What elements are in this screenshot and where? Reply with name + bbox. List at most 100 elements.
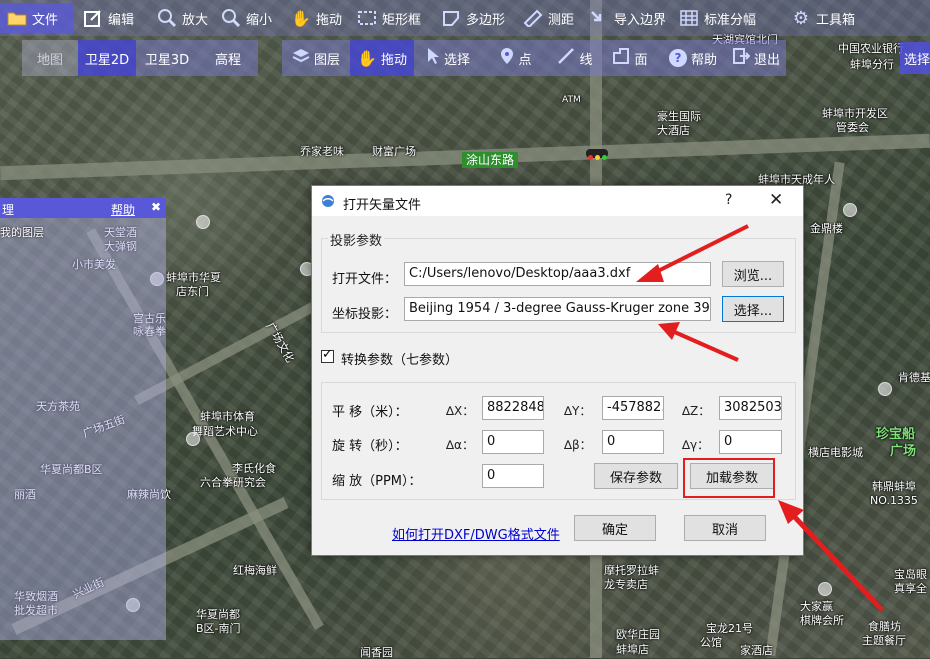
map-label: 舞蹈艺术中心 bbox=[192, 425, 258, 438]
map-label: 珍宝船 bbox=[876, 427, 916, 442]
map-label: 中国农业银行 bbox=[838, 42, 904, 55]
map-label: 金鼎楼 bbox=[810, 222, 843, 235]
point-tool-label: 点 bbox=[518, 52, 532, 68]
map-label: 宝岛眼 bbox=[894, 568, 927, 581]
toolbox-button[interactable]: ⚙ 工具箱 bbox=[790, 3, 855, 33]
transform-checkbox[interactable] bbox=[321, 347, 334, 363]
tab-map[interactable]: 地图 bbox=[22, 40, 78, 76]
import-boundary-button[interactable]: 导入边界 bbox=[588, 3, 666, 33]
file-label: 文件 bbox=[32, 12, 59, 28]
hand-icon: ✋ bbox=[291, 8, 311, 28]
pan-button[interactable]: ✋ 拖动 bbox=[290, 3, 342, 33]
map-label: 真享全 bbox=[894, 582, 927, 595]
highlight-box bbox=[683, 458, 775, 498]
map-label: 欧华庄园 bbox=[616, 628, 660, 641]
poi-marker[interactable] bbox=[186, 432, 200, 446]
translation-label: 平 移（米）： bbox=[332, 405, 408, 420]
close-icon[interactable]: ✖ bbox=[151, 200, 161, 214]
edit-button[interactable]: 编辑 bbox=[82, 3, 134, 33]
standard-grid-button[interactable]: 标准分幅 bbox=[678, 3, 756, 33]
standard-grid-label: 标准分幅 bbox=[704, 12, 757, 28]
hand-icon: ✋ bbox=[357, 48, 377, 68]
dx-input[interactable]: 8822848 bbox=[482, 396, 544, 420]
scale-input[interactable]: 0 bbox=[482, 464, 544, 488]
open-file-label: 打开文件： bbox=[332, 272, 398, 287]
map-label: 肯德基 bbox=[898, 371, 930, 384]
rectangle-label: 矩形框 bbox=[382, 12, 422, 28]
map-label: 大酒店 bbox=[657, 124, 690, 137]
dz-input[interactable]: 3082503 bbox=[719, 396, 782, 420]
select-projection-button[interactable]: 选择... bbox=[722, 296, 784, 322]
polygon-icon bbox=[440, 7, 462, 29]
zoom-out-button[interactable]: 缩小 bbox=[220, 3, 272, 33]
import-boundary-label: 导入边界 bbox=[614, 12, 667, 28]
select-side-tab[interactable]: 选择 bbox=[900, 42, 930, 74]
map-label: 公馆 bbox=[700, 636, 722, 649]
area-tool-button[interactable]: 面 bbox=[600, 40, 660, 76]
pan-tool-button[interactable]: ✋ 拖动 bbox=[350, 40, 414, 76]
gamma-input[interactable]: 0 bbox=[719, 430, 782, 454]
map-label: 龙专卖店 bbox=[604, 578, 648, 591]
main-toolbar: 文件 编辑 放大 缩小 ✋ 拖动 矩形框 多边形 测距 导入边界 标准分幅 ⚙ … bbox=[0, 0, 930, 36]
layers-button[interactable]: 图层 bbox=[282, 40, 350, 76]
polygon-button[interactable]: 多边形 bbox=[440, 3, 505, 33]
zoom-in-label: 放大 bbox=[182, 12, 209, 28]
map-label: NO.1335 bbox=[870, 494, 918, 507]
zoom-in-button[interactable]: 放大 bbox=[156, 3, 208, 33]
scale-label: 缩 放（PPM）： bbox=[332, 474, 422, 489]
tab-elevation[interactable]: 高程 bbox=[198, 40, 258, 76]
help-button[interactable]: ? 帮助 bbox=[660, 40, 726, 76]
help-label: 帮助 bbox=[690, 52, 717, 68]
file-path-input[interactable]: C:/Users/lenovo/Desktop/aaa3.dxf bbox=[404, 262, 711, 286]
select-tool-button[interactable]: 选择 bbox=[414, 40, 482, 76]
map-label: 大家赢 bbox=[800, 600, 833, 613]
map-label: 蚌埠分行 bbox=[850, 58, 894, 71]
measure-button[interactable]: 测距 bbox=[522, 3, 574, 33]
map-label: 华夏尚都 bbox=[196, 608, 240, 621]
rectangle-icon bbox=[356, 7, 378, 29]
help-icon[interactable]: ? bbox=[725, 192, 732, 208]
panel-help-link[interactable]: 帮助 bbox=[111, 201, 135, 218]
coord-projection-input[interactable]: Beijing 1954 / 3-degree Gauss-Kruger zon… bbox=[404, 297, 711, 321]
cancel-button[interactable]: 取消 bbox=[684, 515, 766, 541]
select-tool-label: 选择 bbox=[443, 52, 470, 68]
rectangle-button[interactable]: 矩形框 bbox=[356, 3, 421, 33]
dxf-help-link[interactable]: 如何打开DXF/DWG格式文件 bbox=[392, 524, 560, 543]
alpha-input[interactable]: 0 bbox=[482, 430, 544, 454]
map-label: ATM bbox=[562, 95, 581, 105]
exit-button[interactable]: 退出 bbox=[726, 40, 786, 76]
poi-marker[interactable] bbox=[196, 215, 210, 229]
map-label: 棋牌会所 bbox=[800, 614, 844, 627]
poi-marker[interactable] bbox=[878, 382, 892, 396]
map-label: 家酒店 bbox=[740, 644, 773, 657]
browse-button[interactable]: 浏览... bbox=[722, 261, 784, 287]
zoom-in-icon bbox=[156, 7, 178, 29]
dx-label: ∆X： bbox=[446, 404, 475, 418]
tab-satellite-2d[interactable]: 卫星2D bbox=[78, 40, 136, 76]
app-icon bbox=[321, 194, 335, 208]
close-icon[interactable]: ✕ bbox=[769, 190, 783, 210]
map-label: 横店电影城 bbox=[808, 446, 863, 459]
pin-icon bbox=[500, 47, 514, 69]
map-label: 宝龙21号 bbox=[706, 622, 753, 635]
ok-button[interactable]: 确定 bbox=[574, 515, 656, 541]
panel-title: 理 bbox=[2, 203, 15, 217]
line-icon bbox=[557, 47, 575, 69]
dy-input[interactable]: -457882.5 bbox=[602, 396, 664, 420]
layer-panel: 理 帮助 ✖ 我的图层 bbox=[0, 198, 166, 640]
line-tool-button[interactable]: 线 bbox=[550, 40, 600, 76]
tab-satellite-3d[interactable]: 卫星3D bbox=[136, 40, 198, 76]
map-label: 店东门 bbox=[176, 285, 209, 298]
poi-marker[interactable] bbox=[843, 203, 857, 217]
beta-input[interactable]: 0 bbox=[602, 430, 664, 454]
edit-icon bbox=[82, 7, 104, 29]
save-params-button[interactable]: 保存参数 bbox=[594, 463, 678, 489]
map-label: 豪生国际 bbox=[657, 110, 701, 123]
area-tool-label: 面 bbox=[634, 52, 648, 68]
dz-label: ∆Z： bbox=[682, 404, 711, 418]
ruler-icon bbox=[522, 7, 544, 29]
file-menu-button[interactable]: 文件 bbox=[0, 3, 74, 33]
point-tool-button[interactable]: 点 bbox=[482, 40, 550, 76]
poi-marker[interactable] bbox=[818, 582, 832, 596]
map-label: 蚌埠市开发区 bbox=[822, 107, 888, 120]
